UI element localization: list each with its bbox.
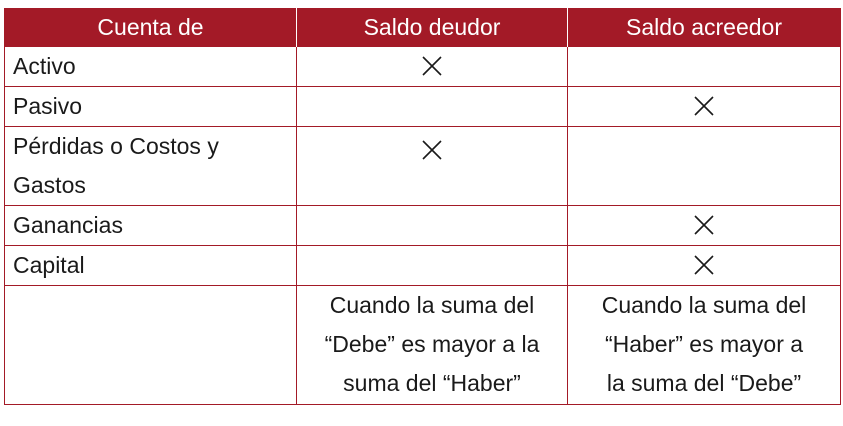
header-saldo-acreedor: Saldo acreedor: [567, 8, 841, 47]
acreedor-note-line-1: Cuando la suma del: [601, 292, 807, 318]
deudor-cell: [296, 205, 568, 246]
deudor-note-line-2: “Debe” es mayor a la: [324, 331, 540, 357]
table-row: Activo: [4, 46, 841, 87]
deudor-cell: [296, 245, 568, 286]
cuenta-line-2: Gastos: [13, 172, 86, 198]
cuenta-cell: Capital: [4, 245, 297, 286]
acreedor-note: Cuando la suma del “Haber” es mayor a la…: [567, 285, 841, 405]
header-cuenta: Cuenta de: [4, 8, 297, 47]
saldo-table: Cuenta de Saldo deudor Saldo acreedor Ac…: [4, 8, 841, 405]
table-row: Pérdidas o Costos y Gastos: [4, 126, 841, 206]
table-row: Capital: [4, 245, 841, 286]
deudor-note: Cuando la suma del “Debe” es mayor a la …: [296, 285, 568, 405]
acreedor-cell: [567, 245, 841, 286]
cuenta-cell: Pasivo: [4, 86, 297, 127]
x-mark-icon: [694, 215, 714, 235]
x-mark-icon: [694, 255, 714, 275]
acreedor-cell: [567, 126, 841, 206]
deudor-note-line-1: Cuando la suma del: [329, 292, 535, 318]
cuenta-cell: Pérdidas o Costos y Gastos: [4, 126, 297, 206]
cuenta-cell: Activo: [4, 46, 297, 87]
header-row: Cuenta de Saldo deudor Saldo acreedor: [4, 8, 841, 47]
x-mark-icon: [422, 56, 442, 76]
x-mark-icon: [694, 96, 714, 116]
acreedor-cell: [567, 46, 841, 87]
cuenta-cell: Ganancias: [4, 205, 297, 246]
acreedor-cell: [567, 86, 841, 127]
header-saldo-deudor: Saldo deudor: [296, 8, 568, 47]
acreedor-cell: [567, 205, 841, 246]
acreedor-note-line-2: “Haber” es mayor a: [604, 331, 804, 357]
deudor-cell: [296, 86, 568, 127]
deudor-cell: [296, 126, 568, 206]
acreedor-note-line-3: la suma del “Debe”: [606, 370, 802, 396]
table-row: Pasivo: [4, 86, 841, 127]
cuenta-line-1: Pérdidas o Costos y: [13, 133, 219, 159]
deudor-cell: [296, 46, 568, 87]
table-row-notes: Cuando la suma del “Debe” es mayor a la …: [4, 285, 841, 405]
table-container: Cuenta de Saldo deudor Saldo acreedor Ac…: [4, 8, 841, 405]
x-mark-icon: [422, 140, 442, 160]
deudor-note-line-3: suma del “Haber”: [343, 370, 521, 396]
empty-cell: [4, 285, 297, 405]
table-row: Ganancias: [4, 205, 841, 246]
